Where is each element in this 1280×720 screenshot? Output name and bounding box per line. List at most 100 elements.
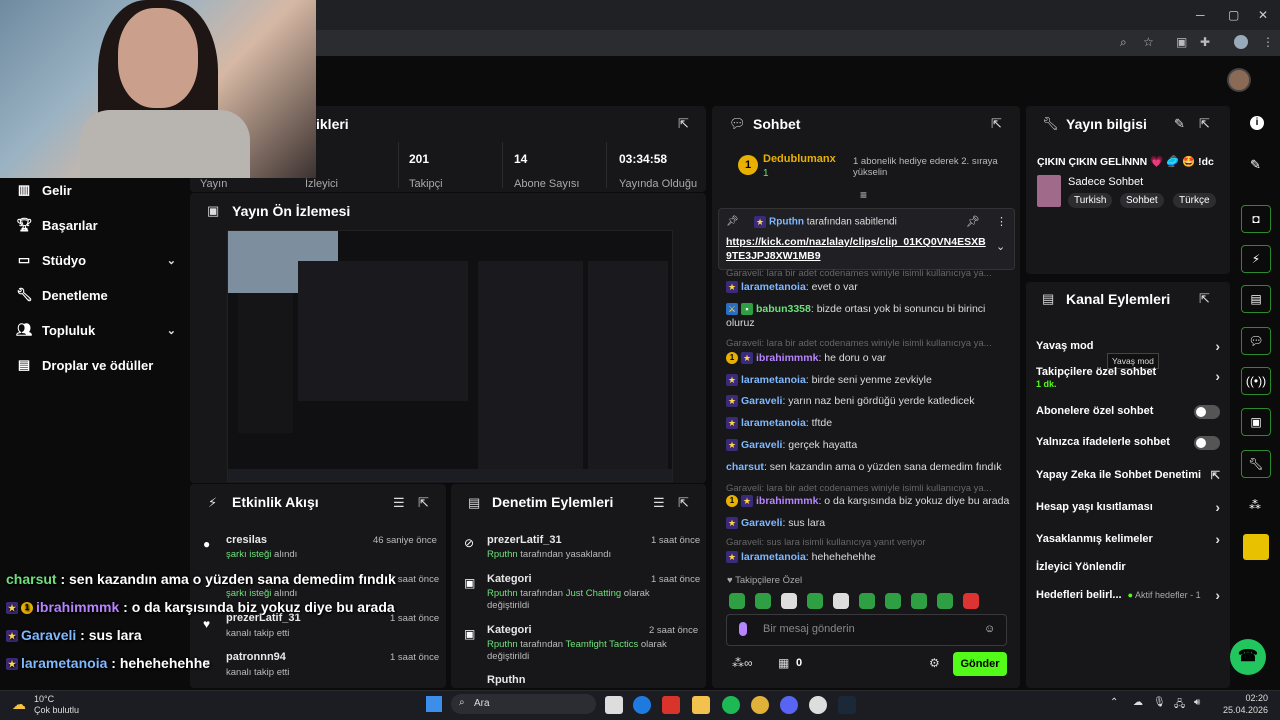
windows-start-icon[interactable] — [426, 696, 442, 712]
sidebar-item-droplar[interactable]: ▤ Droplar ve ödüller — [16, 355, 176, 375]
chat-user[interactable]: larametanoia — [741, 374, 806, 386]
tray-chevron-icon[interactable]: ⌃ — [1110, 697, 1118, 708]
toggle-switch[interactable] — [1194, 405, 1220, 419]
chat-user[interactable]: Garaveli — [741, 517, 782, 529]
rail-wrench-icon[interactable]: 🔧︎ — [1241, 450, 1271, 478]
unpin-icon[interactable]: 📌︎ — [966, 215, 980, 228]
sidebar-item-denetleme[interactable]: 🔧︎ Denetleme — [16, 285, 176, 305]
sidebar-item-basarilar[interactable]: 🏆︎ Başarılar — [16, 215, 176, 235]
popout-icon[interactable]: ⇱ — [678, 495, 689, 511]
minimize-button[interactable]: ─ — [1196, 8, 1205, 22]
emote-icon[interactable] — [937, 593, 953, 609]
spotify-icon[interactable] — [722, 696, 740, 714]
popout-icon[interactable]: ⇱ — [991, 116, 1002, 132]
tag-chip[interactable]: Turkish — [1068, 193, 1113, 208]
rail-media-icon[interactable] — [1243, 534, 1269, 560]
rail-doc-icon[interactable]: ▤ — [1241, 285, 1271, 313]
expand-icon[interactable]: ≡ — [860, 188, 867, 202]
emote-icon[interactable] — [911, 593, 927, 609]
chat-user[interactable]: charsut — [726, 461, 764, 473]
chat-user[interactable]: larametanoia — [741, 551, 806, 563]
rail-channel-icon[interactable]: ▣ — [1241, 408, 1271, 436]
task-view-icon[interactable] — [605, 696, 623, 714]
rail-chat-icon[interactable]: 💬︎ — [1241, 327, 1271, 355]
tray-network-icon[interactable]: 🖧︎ — [1174, 697, 1185, 714]
emote-icon[interactable] — [781, 593, 797, 609]
discord-icon[interactable] — [780, 696, 798, 714]
chevron-down-icon[interactable]: ⌄ — [996, 240, 1005, 253]
weather-icon[interactable]: ☁ — [12, 696, 26, 713]
action-followers-only[interactable]: Takipçilere özel sohbet › — [1036, 366, 1220, 384]
emote-icon[interactable] — [755, 593, 771, 609]
folder-icon[interactable] — [692, 696, 710, 714]
tag-chip[interactable]: Türkçe — [1173, 193, 1216, 208]
pencil-icon[interactable]: ✎ — [1250, 157, 1261, 173]
popout-icon[interactable]: ⇱ — [1199, 116, 1210, 132]
action-account-age[interactable]: Hesap yaşı kısıtlaması › — [1036, 499, 1220, 515]
sidebar-item-gelir[interactable]: ▥ Gelir — [16, 180, 176, 200]
tray-mic-icon[interactable]: 🎙︎ — [1153, 697, 1166, 708]
edge-icon[interactable] — [633, 696, 651, 714]
sidebar-item-studyo[interactable]: ▭ Stüdyo ⌄ — [16, 250, 176, 270]
emote-icon[interactable] — [807, 593, 823, 609]
tray-volume-icon[interactable]: 🔊︎ — [1194, 697, 1200, 708]
emoji-icon[interactable]: ☺ — [984, 623, 995, 635]
close-button[interactable]: ✕ — [1258, 8, 1268, 22]
app-icon[interactable] — [662, 696, 680, 714]
category-thumbnail[interactable] — [1037, 175, 1061, 207]
emote-icon[interactable] — [833, 593, 849, 609]
chat-user[interactable]: ibrahimmmk — [756, 495, 818, 507]
taskbar-search[interactable] — [451, 694, 596, 714]
pinned-link[interactable]: https://kick.com/nazlalay/clips/clip_01K… — [726, 235, 986, 263]
emote-icon[interactable] — [885, 593, 901, 609]
category-name[interactable]: Sadece Sohbet — [1068, 176, 1143, 188]
tag-chip[interactable]: Sohbet — [1120, 193, 1164, 208]
avatar[interactable] — [1227, 68, 1251, 92]
points-icon[interactable]: ⁂∞ — [732, 656, 753, 670]
filter-icon[interactable]: ☰ — [653, 495, 665, 511]
obs-icon[interactable] — [809, 696, 827, 714]
menu-icon[interactable]: ⋮ — [1262, 35, 1274, 49]
more-icon[interactable]: ⋮ — [996, 215, 1007, 228]
chat-user[interactable]: Garaveli — [741, 395, 782, 407]
send-button[interactable]: Gönder — [953, 652, 1007, 676]
puzzle-icon[interactable]: ✚ — [1200, 35, 1210, 49]
chat-user[interactable]: Garaveli — [741, 439, 782, 451]
info-icon[interactable]: i — [1250, 116, 1264, 130]
rail-bolt-icon[interactable]: ⚡︎ — [1241, 245, 1271, 273]
emote-bar[interactable] — [729, 593, 1019, 609]
filter-icon[interactable]: ☰ — [393, 495, 405, 511]
action-banned-words[interactable]: Yasaklanmış kelimeler › — [1036, 531, 1220, 547]
rail-camera-icon[interactable]: ◘ — [1241, 205, 1271, 233]
profile-icon[interactable] — [1234, 35, 1248, 49]
popout-icon[interactable]: ⇱ — [678, 116, 689, 132]
store-icon[interactable]: ▦ — [778, 656, 789, 670]
popout-icon[interactable]: ⇱ — [418, 495, 429, 511]
edit-icon[interactable]: ✎ — [1174, 116, 1185, 132]
action-raid[interactable]: İzleyici Yönlendir — [1036, 561, 1220, 573]
popout-icon[interactable]: ⇱ — [1199, 291, 1210, 307]
chat-user[interactable]: larametanoia — [741, 281, 806, 293]
emote-icon[interactable] — [859, 593, 875, 609]
action-slow-mode[interactable]: Yavaş mod › — [1036, 338, 1220, 354]
sidebar-item-topluluk[interactable]: 👥︎ Topluluk ⌄ — [16, 320, 176, 340]
mic-icon[interactable] — [739, 622, 747, 636]
emote-icon[interactable] — [729, 593, 745, 609]
rail-broadcast-icon[interactable]: ((•)) — [1241, 367, 1271, 395]
action-ai-moderation[interactable]: Yapay Zeka ile Sohbet Denetimi ⇱ — [1036, 469, 1220, 482]
toggle-switch[interactable] — [1194, 436, 1220, 450]
chat-user[interactable]: larametanoia — [741, 417, 806, 429]
chat-user[interactable]: ibrahimmmk — [756, 352, 818, 364]
zoom-icon[interactable]: ⌕ — [1120, 35, 1127, 50]
action-emotes-only[interactable]: Yalnızca ifadelerle sohbet — [1036, 436, 1220, 450]
maximize-button[interactable]: ▢ — [1228, 8, 1239, 22]
gear-icon[interactable]: ⚙︎ — [929, 656, 940, 670]
stream-preview-video[interactable] — [227, 230, 673, 482]
rail-points-icon[interactable]: ⁂ — [1249, 498, 1261, 512]
chat-user[interactable]: babun3358 — [756, 303, 811, 315]
clock-time[interactable]: 02:20 — [1222, 693, 1268, 703]
support-chat-icon[interactable]: ☎ — [1230, 639, 1266, 675]
steam-icon[interactable] — [838, 696, 856, 714]
action-subscribers-only[interactable]: Abonelere özel sohbet — [1036, 405, 1220, 419]
clock-date[interactable]: 25.04.2026 — [1214, 705, 1268, 715]
